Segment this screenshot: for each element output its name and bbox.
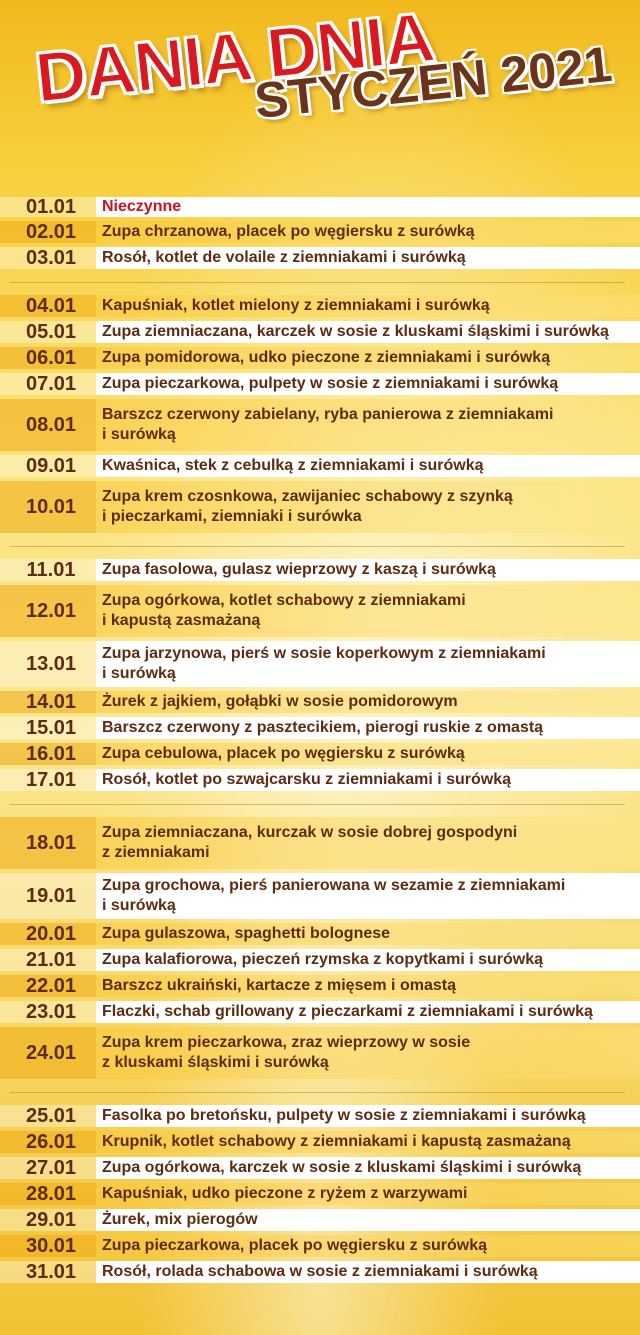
menu-dish: Zupa pieczarkowa, placek po węgiersku z … xyxy=(102,1237,488,1254)
menu-row: 13.01 Zupa jarzynowa, pierś w sosie koper… xyxy=(0,639,640,689)
menu-row: 07.01 Zupa pieczarkowa, pulpety w sosie z… xyxy=(0,371,640,397)
week-separator xyxy=(0,793,640,815)
daily-menu-list: 01.01 Nieczynne 02.01 Zupa chrzanowa, place… xyxy=(0,195,640,1285)
menu-dish: Zupa grochowa, pierś panierowana w sezam… xyxy=(102,877,566,914)
menu-dish: Nieczynne xyxy=(102,198,182,215)
menu-dish: Barszcz ukraiński, kartacze z mięsem i o… xyxy=(102,977,456,994)
menu-row: 11.01 Zupa fasolowa, gulasz wieprzowy z k… xyxy=(0,557,640,583)
menu-date: 10.01 xyxy=(25,495,77,518)
menu-row: 31.01 Rosół, rolada schabowa w sosie z zi… xyxy=(0,1259,640,1285)
menu-dish: Zupa ziemniaczana, kurczak w sosie dobre… xyxy=(102,824,518,861)
menu-date: 23.01 xyxy=(25,1000,77,1023)
menu-date: 09.01 xyxy=(25,454,77,477)
menu-dish: Krupnik, kotlet schabowy z ziemniakami i… xyxy=(102,1133,571,1150)
menu-row: 22.01 Barszcz ukraiński, kartacze z mięse… xyxy=(0,973,640,999)
menu-dish: Flaczki, schab grillowany z pieczarkami … xyxy=(102,1003,593,1020)
menu-dish: Kapuśniak, udko pieczone z ryżem z warzy… xyxy=(102,1185,468,1202)
menu-date: 01.01 xyxy=(25,195,77,218)
menu-date: 12.01 xyxy=(25,599,77,622)
menu-row: 08.01 Barszcz czerwony zabielany, ryba pa… xyxy=(0,397,640,453)
menu-date: 22.01 xyxy=(25,974,77,997)
menu-date: 04.01 xyxy=(25,294,77,317)
menu-date: 07.01 xyxy=(25,372,77,395)
menu-dish: Barszcz czerwony z pasztecikiem, pierogi… xyxy=(102,719,544,736)
menu-date: 18.01 xyxy=(25,831,77,854)
menu-dish: Zupa gulaszowa, spaghetti bolognese xyxy=(102,925,391,942)
menu-date: 26.01 xyxy=(25,1130,77,1153)
menu-row: 20.01 Zupa gulaszowa, spaghetti bolognese xyxy=(0,921,640,947)
menu-date: 31.01 xyxy=(25,1260,77,1283)
menu-row: 12.01 Zupa ogórkowa, kotlet schabowy z zi… xyxy=(0,583,640,639)
menu-dish: Zupa kalafiorowa, pieczeń rzymska z kopy… xyxy=(102,951,544,968)
poster-header: DANIA DNIA STYCZEŃ 2021 xyxy=(0,0,640,190)
menu-dish: Rosół, rolada schabowa w sosie z ziemnia… xyxy=(102,1263,538,1280)
menu-dish: Zupa cebulowa, placek po węgiersku z sur… xyxy=(102,745,465,762)
menu-row: 18.01 Zupa ziemniaczana, kurczak w sosie … xyxy=(0,815,640,871)
week-separator xyxy=(0,535,640,557)
menu-date: 13.01 xyxy=(25,652,77,675)
menu-date: 14.01 xyxy=(25,690,77,713)
menu-row: 04.01 Kapuśniak, kotlet mielony z ziemnia… xyxy=(0,293,640,319)
menu-row: 30.01 Zupa pieczarkowa, placek po węgiers… xyxy=(0,1233,640,1259)
menu-dish: Rosół, kotlet de volaile z ziemniakami i… xyxy=(102,249,466,266)
menu-dish: Zupa pieczarkowa, pulpety w sosie z ziem… xyxy=(102,375,559,392)
menu-dish: Zupa pomidorowa, udko pieczone z ziemnia… xyxy=(102,349,551,366)
menu-dish: Zupa ziemniaczana, karczek w sosie z klu… xyxy=(102,323,609,340)
menu-row: 25.01 Fasolka po bretońsku, pulpety w sos… xyxy=(0,1103,640,1129)
menu-date: 25.01 xyxy=(25,1104,77,1127)
menu-date: 15.01 xyxy=(25,716,77,739)
menu-date: 17.01 xyxy=(25,768,77,791)
menu-row: 14.01 Żurek z jajkiem, gołąbki w sosie po… xyxy=(0,689,640,715)
menu-dish: Żurek z jajkiem, gołąbki w sosie pomidor… xyxy=(102,693,458,710)
menu-dish: Zupa ogórkowa, kotlet schabowy z ziemnia… xyxy=(102,592,466,629)
menu-dish: Rosół, kotlet po szwajcarsku z ziemniaka… xyxy=(102,771,512,788)
menu-row: 06.01 Zupa pomidorowa, udko pieczone z zi… xyxy=(0,345,640,371)
menu-row: 21.01 Zupa kalafiorowa, pieczeń rzymska z… xyxy=(0,947,640,973)
menu-row: 19.01 Zupa grochowa, pierś panierowana w … xyxy=(0,871,640,921)
menu-dish: Zupa jarzynowa, pierś w sosie koperkowym… xyxy=(102,645,546,682)
menu-row: 17.01 Rosół, kotlet po szwajcarsku z ziem… xyxy=(0,767,640,793)
menu-row: 02.01 Zupa chrzanowa, placek po węgiersku… xyxy=(0,219,640,245)
menu-date: 21.01 xyxy=(25,948,77,971)
menu-row: 01.01 Nieczynne xyxy=(0,195,640,219)
menu-row: 10.01 Zupa krem czosnkowa, zawijaniec sch… xyxy=(0,479,640,535)
menu-dish: Kapuśniak, kotlet mielony z ziemniakami … xyxy=(102,297,490,314)
menu-row: 23.01 Flaczki, schab grillowany z pieczar… xyxy=(0,999,640,1025)
menu-dish: Żurek, mix pierogów xyxy=(102,1211,258,1228)
menu-date: 08.01 xyxy=(25,413,77,436)
menu-dish: Zupa krem czosnkowa, zawijaniec schabowy… xyxy=(102,488,513,525)
menu-row: 26.01 Krupnik, kotlet schabowy z ziemniak… xyxy=(0,1129,640,1155)
menu-row: 03.01 Rosół, kotlet de volaile z ziemniak… xyxy=(0,245,640,271)
menu-row: 15.01 Barszcz czerwony z pasztecikiem, pi… xyxy=(0,715,640,741)
menu-dish: Fasolka po bretońsku, pulpety w sosie z … xyxy=(102,1107,586,1124)
week-separator xyxy=(0,1081,640,1103)
menu-date: 28.01 xyxy=(25,1182,77,1205)
menu-row: 29.01 Żurek, mix pierogów xyxy=(0,1207,640,1233)
menu-date: 11.01 xyxy=(26,558,76,581)
menu-date: 06.01 xyxy=(25,346,77,369)
menu-date: 03.01 xyxy=(25,246,77,269)
menu-date: 29.01 xyxy=(25,1208,77,1231)
menu-date: 30.01 xyxy=(25,1234,77,1257)
menu-date: 16.01 xyxy=(25,742,77,765)
menu-row: 24.01 Zupa krem pieczarkowa, zraz wieprzo… xyxy=(0,1025,640,1081)
menu-row: 27.01 Zupa ogórkowa, karczek w sosie z kl… xyxy=(0,1155,640,1181)
menu-date: 24.01 xyxy=(25,1041,77,1064)
menu-date: 20.01 xyxy=(25,922,77,945)
menu-dish: Zupa krem pieczarkowa, zraz wieprzowy w … xyxy=(102,1034,471,1071)
menu-dish: Zupa chrzanowa, placek po węgiersku z su… xyxy=(102,223,475,240)
menu-date: 27.01 xyxy=(25,1156,77,1179)
menu-date: 19.01 xyxy=(25,884,77,907)
menu-dish: Zupa fasolowa, gulasz wieprzowy z kaszą … xyxy=(102,561,496,578)
menu-row: 28.01 Kapuśniak, udko pieczone z ryżem z … xyxy=(0,1181,640,1207)
week-separator xyxy=(0,271,640,293)
menu-dish: Kwaśnica, stek z cebulką z ziemniakami i… xyxy=(102,457,484,474)
menu-dish: Barszcz czerwony zabielany, ryba paniero… xyxy=(102,406,554,443)
menu-row: 09.01 Kwaśnica, stek z cebulką z ziemniak… xyxy=(0,453,640,479)
menu-dish: Zupa ogórkowa, karczek w sosie z kluskam… xyxy=(102,1159,582,1176)
menu-date: 02.01 xyxy=(25,220,77,243)
menu-row: 05.01 Zupa ziemniaczana, karczek w sosie … xyxy=(0,319,640,345)
menu-row: 16.01 Zupa cebulowa, placek po węgiersku … xyxy=(0,741,640,767)
menu-date: 05.01 xyxy=(25,320,77,343)
